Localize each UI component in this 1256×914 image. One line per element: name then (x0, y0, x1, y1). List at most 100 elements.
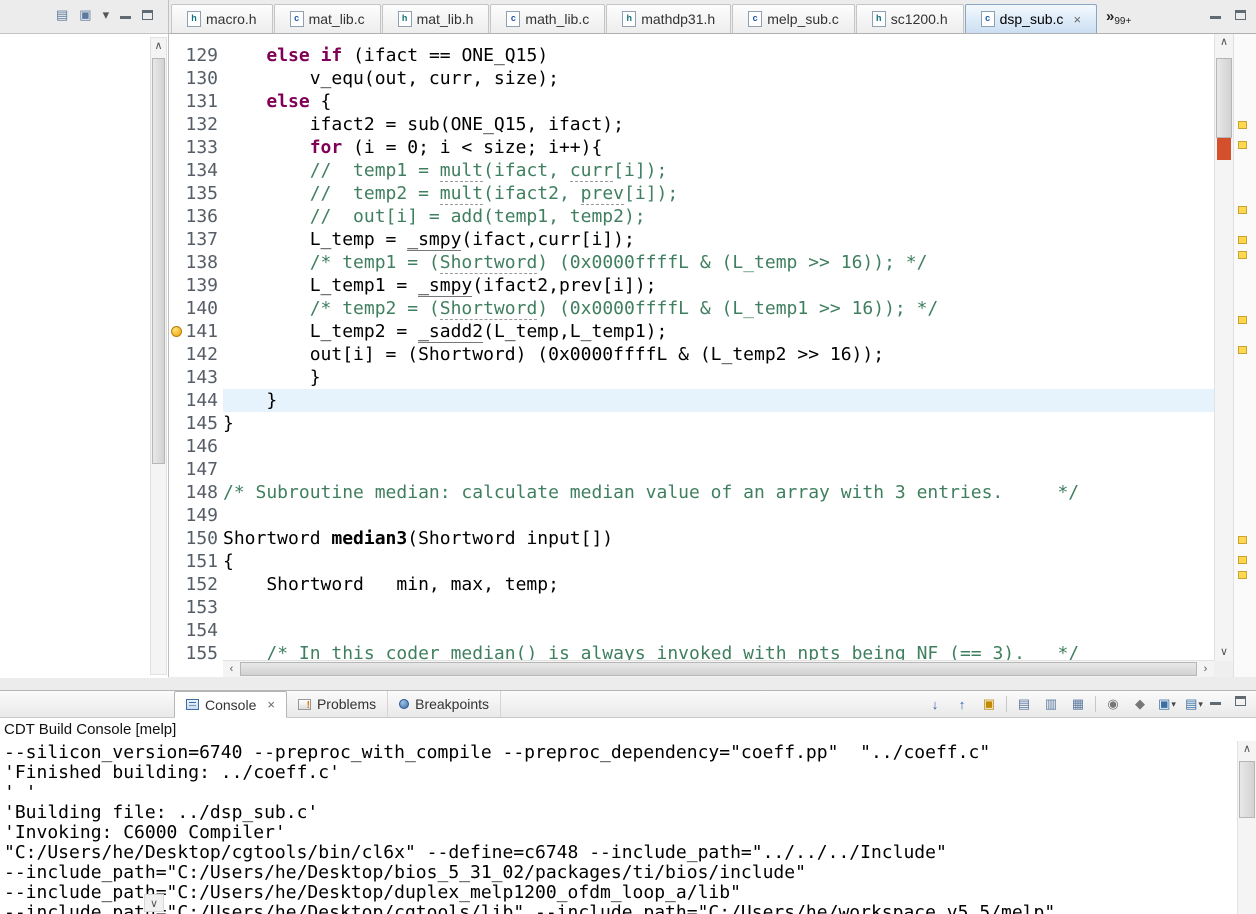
console-tab-console[interactable]: Console × (174, 691, 287, 718)
code-line: else if (ifact == ONE_Q15) (266, 45, 549, 66)
minimize-icon[interactable] (1210, 10, 1221, 20)
console-output[interactable]: --silicon_version=6740 --preproc_with_co… (0, 741, 1237, 914)
scrollbar-thumb[interactable] (240, 662, 1197, 676)
tab-close-icon[interactable]: × (1073, 12, 1081, 27)
console-icon (186, 699, 199, 710)
h-file-icon: h (397, 11, 412, 27)
code-line: { (223, 551, 234, 572)
line-number: 145 (185, 413, 218, 434)
next-error-icon[interactable]: ↓ (925, 694, 945, 714)
overview-marker[interactable] (1238, 236, 1247, 244)
minimize-view-icon[interactable] (120, 10, 132, 20)
line-number-ruler[interactable]: 129 130 131 132 133 134 135 136 137 138 139 140 141 1… (185, 34, 223, 677)
line-number: 130 (185, 68, 218, 89)
scrollbar-thumb[interactable] (1239, 761, 1255, 818)
overview-ruler[interactable] (1233, 34, 1256, 677)
restore-icon[interactable]: ▣ (79, 8, 91, 22)
console-line: 'Invoking: C6000 Compiler' (4, 822, 286, 843)
console-scrollbar[interactable]: ∧ (1237, 741, 1256, 914)
copy-build-log-icon[interactable]: ▤ (1014, 694, 1034, 714)
tab-label: dsp_sub.c (999, 11, 1064, 27)
warning-icon[interactable] (171, 326, 182, 337)
scrollbar-thumb[interactable] (1216, 58, 1232, 138)
view-icon[interactable]: ▤ (56, 8, 68, 22)
line-number: 140 (185, 298, 218, 319)
c-file-icon: c (289, 11, 304, 27)
overview-marker[interactable] (1238, 206, 1247, 214)
overview-marker[interactable] (1238, 536, 1247, 544)
console-line: --silicon_version=6740 --preproc_with_co… (4, 742, 991, 763)
console-tab-problems[interactable]: Problems (287, 691, 389, 717)
maximize-view-icon[interactable] (142, 10, 154, 20)
minimize-icon[interactable] (1210, 696, 1221, 706)
overview-marker[interactable] (1238, 141, 1247, 149)
scroll-up-arrow[interactable]: ∧ (1238, 741, 1256, 758)
tab-label: Problems (316, 696, 377, 712)
display-selected-console-icon[interactable]: ▣ ▾ (1157, 694, 1177, 714)
open-console-icon[interactable]: ▤ ▾ (1184, 694, 1204, 714)
editor-window-controls (1210, 10, 1246, 20)
line-number: 131 (185, 91, 218, 112)
maximize-icon[interactable] (1235, 10, 1246, 20)
chevron-icon: » (1106, 8, 1115, 25)
editor-tab-macro.h[interactable]: h macro.h (171, 4, 273, 33)
show-error-in-editor-icon[interactable]: ▣ (979, 694, 999, 714)
breakpoints-icon (399, 699, 410, 709)
scroll-right-arrow[interactable]: › (1197, 661, 1214, 677)
scroll-lock-icon[interactable]: ◉ (1103, 694, 1123, 714)
h-file-icon: h (187, 11, 201, 27)
vertical-scrollbar[interactable]: ∧ ∨ (1214, 34, 1233, 661)
code-text-area[interactable]: else if (ifact == ONE_Q15) v_equ(out, cu… (223, 34, 1214, 660)
console-line: --include_path="C:/Users/he/Desktop/cgto… (4, 902, 1056, 914)
editor-tab-melp_sub.c[interactable]: c melp_sub.c (732, 4, 855, 33)
line-number: 154 (185, 620, 218, 641)
overview-marker[interactable] (1238, 346, 1247, 354)
scroll-down-arrow[interactable]: ∨ (1215, 644, 1233, 661)
overview-marker[interactable] (1238, 251, 1247, 259)
scrollbar-thumb[interactable] (152, 58, 165, 464)
console-line: --include_path="C:/Users/he/Desktop/bios… (4, 862, 806, 883)
vertical-scrollbar-column: ∧ ∨ (1214, 34, 1233, 677)
overview-marker[interactable] (1238, 571, 1247, 579)
code-line: Shortword min, max, temp; (223, 574, 559, 595)
tab-overflow-chevron[interactable]: » 99+ (1106, 8, 1131, 27)
maximize-icon[interactable] (1235, 696, 1246, 706)
editor-tab-sc1200.h[interactable]: h sc1200.h (855, 4, 964, 33)
tab-label: Breakpoints (415, 696, 490, 712)
previous-error-icon[interactable]: ↑ (952, 694, 972, 714)
annotation-ruler[interactable] (169, 34, 185, 677)
editor-tab-dsp_sub.c[interactable]: c dsp_sub.c × (964, 4, 1098, 33)
clear-console-icon[interactable]: ▦ (1068, 694, 1088, 714)
left-panel-scrollbar[interactable]: ∧ (150, 37, 167, 675)
scroll-left-arrow[interactable]: ‹ (223, 661, 240, 677)
tab-label: math_lib.c (525, 11, 590, 27)
tab-close-icon[interactable]: × (267, 697, 275, 712)
overview-marker[interactable] (1238, 121, 1247, 129)
overview-marker[interactable] (1238, 316, 1247, 324)
view-menu-icon[interactable]: ▾ (103, 8, 110, 22)
console-tabbar: Console × Problems Breakpoints ↓ ↑ ▣ ▤ ▥ ▦ ◉ ◆ ▣▾ ▤▾ (0, 691, 1256, 718)
scroll-up-arrow[interactable]: ∧ (151, 38, 166, 55)
editor-tab-math_lib.c[interactable]: c math_lib.c (490, 4, 606, 33)
scroll-down-arrow[interactable]: ∨ (144, 894, 164, 912)
line-number: 150 (185, 528, 218, 549)
code-lines: else if (ifact == ONE_Q15) v_equ(out, cu… (223, 34, 1214, 660)
horizontal-scrollbar[interactable]: ‹ › (223, 660, 1214, 677)
pin-console-icon[interactable]: ◆ (1130, 694, 1150, 714)
editor-tab-mathdp31.h[interactable]: h mathdp31.h (606, 4, 732, 33)
overview-marker[interactable] (1238, 556, 1247, 564)
console-tab-breakpoints[interactable]: Breakpoints (388, 691, 502, 717)
line-number: 147 (185, 459, 218, 480)
line-number: 153 (185, 597, 218, 618)
code-line: /* Subroutine median: calculate median v… (223, 482, 1080, 503)
editor-tab-mat_lib.h[interactable]: h mat_lib.h (381, 4, 490, 33)
line-number: 138 (185, 252, 218, 273)
word-wrap-icon[interactable]: ▥ (1041, 694, 1061, 714)
console-line: 'Building file: ../dsp_sub.c' (4, 802, 319, 823)
editor-tab-mat_lib.c[interactable]: c mat_lib.c (273, 4, 381, 33)
scroll-up-arrow[interactable]: ∧ (1215, 34, 1233, 51)
code-line: } (223, 367, 321, 388)
scrollbar-corner (1214, 661, 1233, 677)
code-line: ifact2 = sub(ONE_Q15, ifact); (223, 114, 624, 135)
